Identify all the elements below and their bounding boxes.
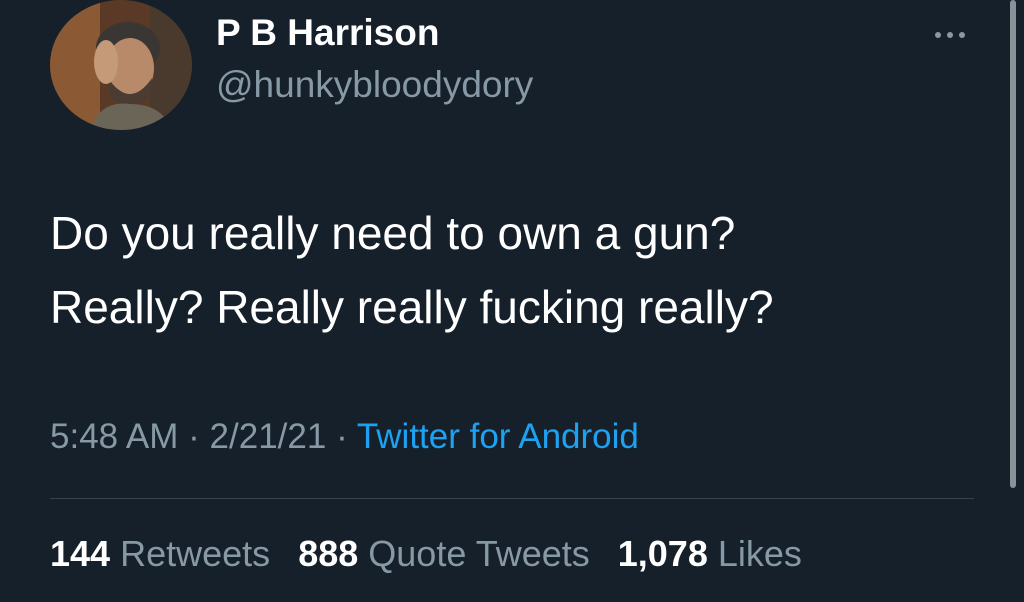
retweets-label: Retweets [120, 533, 271, 574]
profile-photo-icon [50, 0, 192, 130]
tweet-detail: P B Harrison @hunkybloodydory Do you rea… [0, 0, 1024, 602]
display-name[interactable]: P B Harrison [216, 12, 439, 54]
retweets-count: 144 [50, 533, 111, 574]
more-options-button[interactable] [930, 20, 980, 50]
tweet-stats: 144 Retweets 888 Quote Tweets 1,078 Like… [50, 533, 820, 575]
tweet-text: Do you really need to own a gun? Really?… [50, 196, 980, 344]
tweet-date[interactable]: 2/21/21 [210, 417, 327, 456]
tweet-text-line: Really? Really really fucking really? [50, 281, 774, 333]
quote-tweets-count: 888 [298, 533, 359, 574]
meta-separator: · [336, 417, 348, 456]
meta-separator: · [188, 417, 200, 456]
more-horizontal-icon [935, 32, 965, 38]
likes-count: 1,078 [617, 533, 708, 574]
retweets-stat[interactable]: 144 Retweets [50, 533, 280, 574]
tweet-source-link[interactable]: Twitter for Android [357, 417, 639, 456]
divider [50, 498, 974, 499]
scrollbar[interactable] [1010, 0, 1016, 488]
likes-label: Likes [717, 533, 802, 574]
tweet-metadata: 5:48 AM · 2/21/21 · Twitter for Android [50, 417, 639, 457]
quote-tweets-label: Quote Tweets [368, 533, 590, 574]
likes-stat[interactable]: 1,078 Likes [618, 533, 802, 574]
tweet-text-line: Do you really need to own a gun? [50, 207, 736, 259]
user-handle[interactable]: @hunkybloodydory [216, 64, 533, 106]
quote-tweets-stat[interactable]: 888 Quote Tweets [298, 533, 600, 574]
tweet-time[interactable]: 5:48 AM [50, 417, 178, 456]
avatar[interactable] [50, 0, 192, 130]
